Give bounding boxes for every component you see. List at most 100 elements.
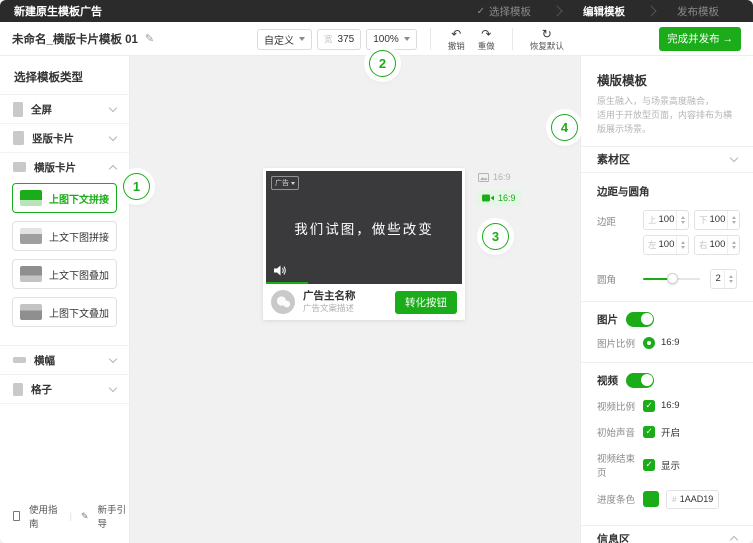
zoom-value: 100% [373,33,399,45]
template-list: 上图下文拼接 上文下图拼接 上文下图叠加 上图下文叠加 [0,181,129,345]
margin-prefix: 上 [648,214,657,225]
section-material[interactable]: 素材区 [581,145,753,173]
radius-input[interactable]: 2 [710,268,737,289]
preset-select[interactable]: 自定义 [257,28,312,50]
step-edit-template[interactable]: 编辑模板 [563,4,645,19]
desc-line-2: 适用于开放型页面，内容排布为横版展示场景。 [597,109,733,134]
margin-bottom-input[interactable]: 下 100 [694,209,740,230]
speaker-icon [274,265,286,276]
stepper[interactable] [676,210,688,229]
margin-inputs: 上 100 下 100 左 100 右 100 [643,209,740,255]
annotation-badge-3: 3 [482,223,509,250]
stepper[interactable] [676,235,688,254]
hex-value: 1AAD19 [679,494,714,505]
video-caption: 我们试图，做些改变 [294,221,434,238]
section-label: 信息区 [597,533,630,543]
group-label: 竖版卡片 [32,132,74,145]
group-label: 横版卡片 [34,161,76,174]
margin-left-input[interactable]: 左 100 [643,234,689,255]
end-page-field: 视频结束页 ✓ 显示 [581,445,753,485]
progress-color-input[interactable]: # 1AAD19 [666,489,720,509]
section-info[interactable]: 信息区 [581,525,753,543]
wechat-logo-icon [276,295,290,307]
preset-value: 自定义 [264,35,294,47]
margin-prefix: 左 [648,239,657,250]
video-area: 广告 我们试图，做些改变 [266,171,462,284]
chevron-down-icon [291,181,295,185]
step-select-template[interactable]: ✓ 选择模板 [457,4,551,19]
image-ratio-value: 16:9 [661,337,680,349]
template-label: 上图下文拼接 [49,194,109,206]
pen-icon: ✎ [80,510,89,521]
publish-button[interactable]: 完成并发布 → [659,26,741,51]
image-label: 图片 [597,313,618,326]
reset-label: 恢复默认 [529,40,564,51]
template-option-image-top-text-overlay[interactable]: 上图下文叠加 [12,297,117,327]
margin-value: 100 [709,239,726,251]
step-label: 选择模板 [489,5,531,18]
check-icon: ✓ [476,5,485,17]
stepper[interactable] [727,235,739,254]
stepper[interactable] [727,210,739,229]
undo-button[interactable]: ↶ 撤销 [448,28,465,51]
chevron-down-icon [299,37,305,41]
image-icon [478,172,489,182]
sidebar-item-banner[interactable]: 横幅 [0,345,129,374]
annotation-badge-2: 2 [369,50,396,77]
group-label: 全屏 [31,103,52,116]
initial-sound-label: 初始声音 [597,427,636,439]
cta-button[interactable]: 转化按钮 [395,290,457,314]
margin-right-input[interactable]: 右 100 [694,234,740,255]
aspect-image-button[interactable]: 16:9 [478,172,511,182]
margin-top-input[interactable]: 上 100 [643,209,689,230]
group-label: 格子 [31,383,52,396]
ad-card-preview[interactable]: 广告 我们试图，做些改变 广告主名称 广告文案描述 转化按钮 [263,168,465,320]
progress-color-field: 进度条色 # 1AAD19 [581,485,753,513]
usage-guide-link[interactable]: 使用指南 [29,502,61,530]
width-prefix-label: 宽 [324,34,333,44]
zoom-select[interactable]: 100% [366,28,417,50]
radius-slider[interactable] [643,272,701,284]
aspect-video-button[interactable]: 16:9 [476,190,522,206]
end-page-checkbox[interactable]: ✓ [643,458,655,471]
video-toggle[interactable] [626,372,654,388]
stepper[interactable] [724,269,736,288]
end-page-label: 视频结束页 [597,453,636,479]
image-toggle[interactable] [626,311,654,327]
template-option-text-top-image-bottom[interactable]: 上文下图拼接 [12,221,117,251]
sidebar-item-fullscreen[interactable]: 全屏 [0,94,129,123]
ad-info-bar: 广告主名称 广告文案描述 转化按钮 [263,284,465,320]
edit-title-icon[interactable]: ✎ [145,32,154,45]
progress-color-swatch[interactable] [643,491,659,508]
initial-sound-checkbox[interactable]: ✓ [643,425,655,438]
slider-knob[interactable] [666,272,678,284]
video-ratio-checkbox[interactable]: ✓ [643,399,655,412]
redo-button[interactable]: ↷ 重做 [478,28,495,51]
step-publish-template[interactable]: 发布模板 [657,4,739,19]
chevron-down-icon [108,354,118,363]
template-option-text-top-image-overlay[interactable]: 上文下图叠加 [12,259,117,289]
template-option-image-top-text-bottom[interactable]: 上图下文拼接 [12,183,117,213]
reset-default-button[interactable]: ↻ 恢复默认 [530,28,564,51]
video-ratio-label: 视频比例 [597,401,636,413]
desc-line-1: 原生融入，与场景高度融合， [597,96,715,106]
aspect-image-label: 16:9 [493,172,511,182]
sidebar-item-vertical-card[interactable]: 竖版卡片 [0,123,129,152]
advertiser-text: 广告主名称 广告文案描述 [303,290,356,314]
editor-canvas: 广告 我们试图，做些改变 广告主名称 广告文案描述 转化按钮 16:9 16:9 [130,56,580,543]
redo-icon: ↷ [481,26,492,41]
app-window: 新建原生模板广告 ✓ 选择模板 编辑模板 发布模板 未命名_横版卡片模板 01 … [0,0,753,543]
sidebar-item-grid[interactable]: 格子 [0,374,129,403]
beginner-tutorial-link[interactable]: 新手引导 [97,502,129,530]
aspect-video-label: 16:9 [498,193,516,203]
chevron-up-icon [729,536,739,543]
panel-description: 原生融入，与场景高度融合， 适用于开放型页面，内容排布为横版展示场景。 [597,95,737,137]
sidebar-item-horizontal-card[interactable]: 横版卡片 [0,152,129,181]
panel-title: 横版模板 [597,74,648,88]
toolbar-center: 自定义 宽 375 100% ↶ 撤销 ↷ 重做 ↻ 恢复默认 [257,22,568,56]
canvas-width-input[interactable]: 宽 375 [317,28,362,50]
reset-icon: ↻ [541,26,552,41]
chevron-right-icon [645,5,657,17]
margin-prefix: 下 [699,214,708,225]
image-ratio-radio[interactable] [643,336,655,349]
